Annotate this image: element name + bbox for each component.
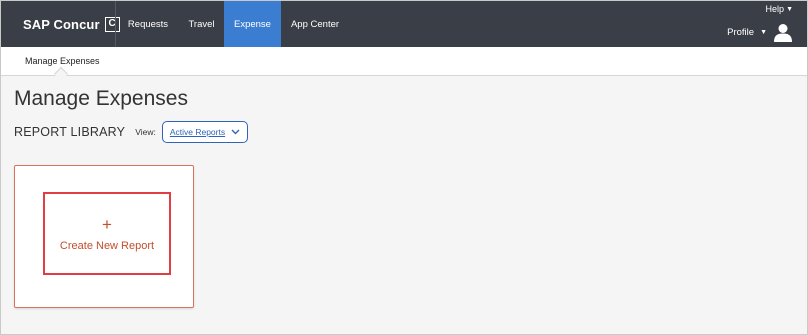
top-navigation-bar: SAP Concur C Requests Travel Expense App… — [1, 1, 807, 47]
nav-item-requests[interactable]: Requests — [116, 1, 180, 47]
nav-item-travel[interactable]: Travel — [180, 1, 223, 47]
chevron-down-icon — [231, 129, 240, 135]
subnav-item-manage-expenses[interactable]: Manage Expenses — [25, 56, 100, 66]
view-dropdown[interactable]: Active Reports — [161, 121, 249, 143]
help-label: Help — [765, 4, 785, 14]
nav-item-label: Expense — [234, 18, 271, 30]
create-new-report-button[interactable]: + Create New Report — [43, 192, 171, 275]
section-title: REPORT LIBRARY — [14, 125, 126, 139]
brand-name: SAP Concur — [23, 16, 100, 32]
view-label: View: — [135, 127, 156, 137]
nav-item-label: Travel — [188, 18, 215, 30]
plus-icon: + — [102, 214, 112, 234]
user-avatar-icon — [774, 24, 792, 42]
caret-down-icon: ▼ — [786, 5, 793, 13]
nav-item-label: App Center — [290, 18, 340, 30]
nav-item-label: Requests — [127, 18, 169, 30]
page-title: Manage Expenses — [14, 87, 188, 110]
profile-label: Profile — [727, 26, 755, 38]
create-report-card[interactable]: + Create New Report — [14, 165, 194, 308]
help-menu[interactable]: Help ▼ — [766, 4, 793, 14]
app-window: SAP Concur C Requests Travel Expense App… — [0, 0, 808, 335]
view-dropdown-value: Active Reports — [169, 127, 226, 137]
caret-down-icon: ▼ — [760, 28, 767, 36]
report-library-header: REPORT LIBRARY View: Active Reports — [14, 121, 249, 143]
nav-item-expense[interactable]: Expense — [224, 1, 281, 47]
create-new-report-label: Create New Report — [59, 239, 155, 252]
active-subnav-pointer — [53, 66, 69, 82]
sub-navigation-bar: Manage Expenses — [1, 47, 807, 82]
nav-item-app-center[interactable]: App Center — [281, 1, 349, 47]
profile-menu[interactable]: Profile ▼ — [727, 22, 793, 42]
brand-logo[interactable]: SAP Concur C — [23, 15, 120, 33]
